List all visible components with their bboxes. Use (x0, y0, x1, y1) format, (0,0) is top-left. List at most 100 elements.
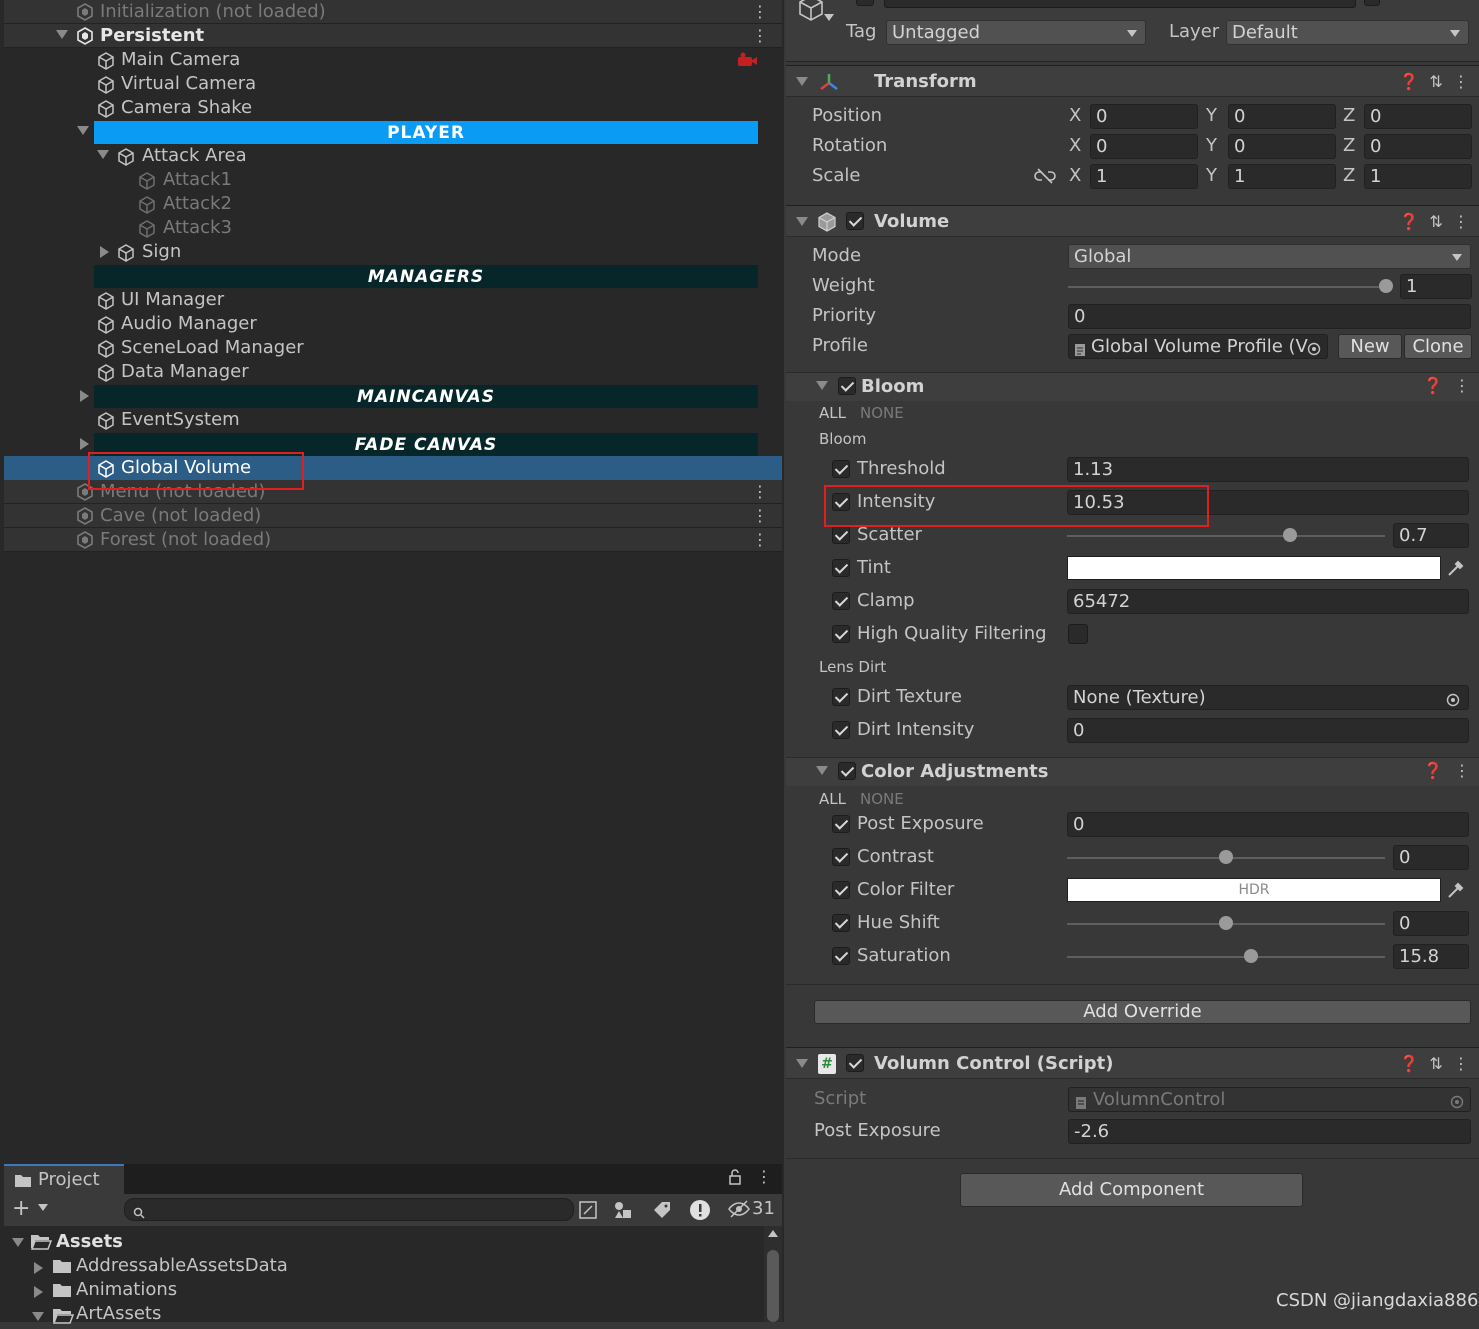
more-icon[interactable]: ⋮ (752, 2, 768, 21)
hierarchy-item-virtual-camera[interactable]: Virtual Camera (4, 72, 782, 96)
color-adjustments-enabled-checkbox[interactable] (838, 762, 856, 780)
help-icon[interactable]: ❓ (1399, 1054, 1419, 1073)
priority-field[interactable]: 0 (1068, 304, 1471, 329)
search-input[interactable] (124, 1198, 574, 1221)
hue-shift-field[interactable]: 0 (1393, 911, 1469, 936)
plus-icon[interactable]: + (12, 1196, 30, 1221)
scatter-slider-knob[interactable] (1282, 528, 1297, 542)
dirt-texture-field[interactable]: None (Texture) (1067, 685, 1469, 710)
bloom-header[interactable]: Bloom ❓ ⋮ (786, 373, 1479, 401)
none-toggle[interactable]: NONE (860, 790, 904, 808)
position-y-field[interactable]: 0 (1228, 104, 1336, 129)
hierarchy-item-sceneload-manager[interactable]: SceneLoad Manager (4, 336, 782, 360)
hierarchy-item-attack2[interactable]: Attack2 (4, 192, 782, 216)
scatter-field[interactable]: 0.7 (1393, 523, 1469, 548)
expand-arrow-icon[interactable] (796, 77, 808, 86)
profile-field[interactable]: Global Volume Profile (V (1068, 334, 1328, 359)
bloom-enabled-checkbox[interactable] (838, 377, 856, 395)
contrast-field[interactable]: 0 (1393, 845, 1469, 870)
tint-color-field[interactable] (1067, 556, 1441, 580)
expand-arrow-icon[interactable] (796, 1059, 808, 1068)
help-icon[interactable]: ❓ (1423, 376, 1443, 395)
more-icon[interactable]: ⋮ (752, 506, 768, 525)
none-toggle[interactable]: NONE (860, 404, 904, 422)
expand-arrow-icon[interactable] (56, 30, 68, 39)
tab-project[interactable]: Project (4, 1164, 124, 1194)
more-icon[interactable]: ⋮ (1454, 761, 1470, 780)
tag-dropdown[interactable]: Untagged (886, 20, 1146, 45)
preset-icon[interactable]: ⇅ (1429, 72, 1442, 91)
volumn-control-header[interactable]: # Volumn Control (Script) ❓ ⇅ ⋮ (786, 1047, 1479, 1079)
override-checkbox[interactable] (832, 592, 850, 610)
hierarchy-item-player[interactable]: PLAYER (4, 120, 782, 144)
help-icon[interactable]: ❓ (1399, 212, 1419, 231)
collapse-arrow-icon[interactable] (34, 1262, 43, 1274)
more-icon[interactable]: ⋮ (752, 530, 768, 549)
object-picker-icon[interactable] (1307, 339, 1321, 358)
preset-icon[interactable]: ⇅ (1429, 1054, 1442, 1073)
scale-x-field[interactable]: 1 (1090, 164, 1198, 189)
scene-row-forest[interactable]: Forest (not loaded) ⋮ (4, 528, 782, 552)
rotation-z-field[interactable]: 0 (1364, 134, 1472, 159)
hierarchy-item-attack-area[interactable]: Attack Area (4, 144, 782, 168)
help-icon[interactable]: ❓ (1423, 761, 1443, 780)
expand-arrow-icon[interactable] (816, 766, 828, 775)
override-checkbox[interactable] (832, 848, 850, 866)
eyedropper-icon[interactable] (1446, 558, 1466, 583)
post-exposure-field[interactable]: 0 (1067, 812, 1469, 837)
add-component-button[interactable]: Add Component (960, 1173, 1303, 1207)
scale-z-field[interactable]: 1 (1364, 164, 1472, 189)
name-field[interactable] (884, 0, 1356, 8)
mode-dropdown[interactable]: Global (1068, 244, 1471, 269)
position-z-field[interactable]: 0 (1364, 104, 1472, 129)
lock-icon[interactable] (728, 1168, 742, 1191)
tag-icon[interactable] (652, 1200, 672, 1225)
collapse-arrow-icon[interactable] (100, 246, 109, 258)
contrast-slider-knob[interactable] (1219, 850, 1233, 864)
hidden-eye-icon[interactable] (728, 1200, 750, 1223)
script-enabled-checkbox[interactable] (846, 1054, 864, 1072)
collapse-arrow-icon[interactable] (34, 1286, 43, 1298)
hierarchy-item-eventsystem[interactable]: EventSystem (4, 408, 782, 432)
more-icon[interactable]: ⋮ (1453, 72, 1469, 91)
scale-y-field[interactable]: 1 (1228, 164, 1336, 189)
override-checkbox[interactable] (832, 721, 850, 739)
override-checkbox[interactable] (832, 815, 850, 833)
clone-profile-button[interactable]: Clone (1404, 334, 1472, 359)
expand-arrow-icon[interactable] (796, 217, 808, 226)
scroll-up-icon[interactable] (768, 1230, 778, 1237)
saturation-slider-knob[interactable] (1244, 949, 1259, 963)
collapse-arrow-icon[interactable] (80, 438, 89, 450)
all-toggle[interactable]: ALL (819, 404, 846, 422)
folder-label[interactable]: Assets (56, 1230, 123, 1254)
preset-icon[interactable]: ⇅ (1429, 212, 1442, 231)
all-toggle[interactable]: ALL (819, 790, 846, 808)
expand-arrow-icon[interactable] (32, 1312, 44, 1321)
rotation-x-field[interactable]: 0 (1090, 134, 1198, 159)
weight-slider-knob[interactable] (1379, 279, 1393, 293)
folder-label[interactable]: Animations (76, 1278, 177, 1302)
hierarchy-item-data-manager[interactable]: Data Manager (4, 360, 782, 384)
rotation-y-field[interactable]: 0 (1228, 134, 1336, 159)
scene-row-cave[interactable]: Cave (not loaded) ⋮ (4, 504, 782, 528)
new-profile-button[interactable]: New (1338, 334, 1402, 359)
filter-type-icon[interactable] (613, 1200, 633, 1225)
chevron-down-icon[interactable] (38, 1204, 48, 1211)
override-checkbox[interactable] (832, 559, 850, 577)
volume-header[interactable]: Volume ❓ ⇅ ⋮ (786, 205, 1479, 237)
more-icon[interactable]: ⋮ (1453, 212, 1469, 231)
more-icon[interactable]: ⋮ (752, 482, 768, 501)
chevron-down-icon[interactable] (824, 14, 834, 21)
override-checkbox[interactable] (832, 625, 850, 643)
override-checkbox[interactable] (832, 881, 850, 899)
volume-enabled-checkbox[interactable] (846, 212, 864, 230)
dirt-intensity-field[interactable]: 0 (1067, 718, 1469, 743)
override-checkbox[interactable] (832, 526, 850, 544)
weight-field[interactable]: 1 (1400, 274, 1472, 299)
hierarchy-item-attack1[interactable]: Attack1 (4, 168, 782, 192)
scrollbar[interactable] (764, 1226, 782, 1322)
more-icon[interactable]: ⋮ (1453, 1054, 1469, 1073)
hierarchy-item-main-camera[interactable]: Main Camera (4, 48, 782, 72)
hierarchy-item-camera-shake[interactable]: Camera Shake (4, 96, 782, 120)
expand-arrow-icon[interactable] (12, 1238, 24, 1247)
